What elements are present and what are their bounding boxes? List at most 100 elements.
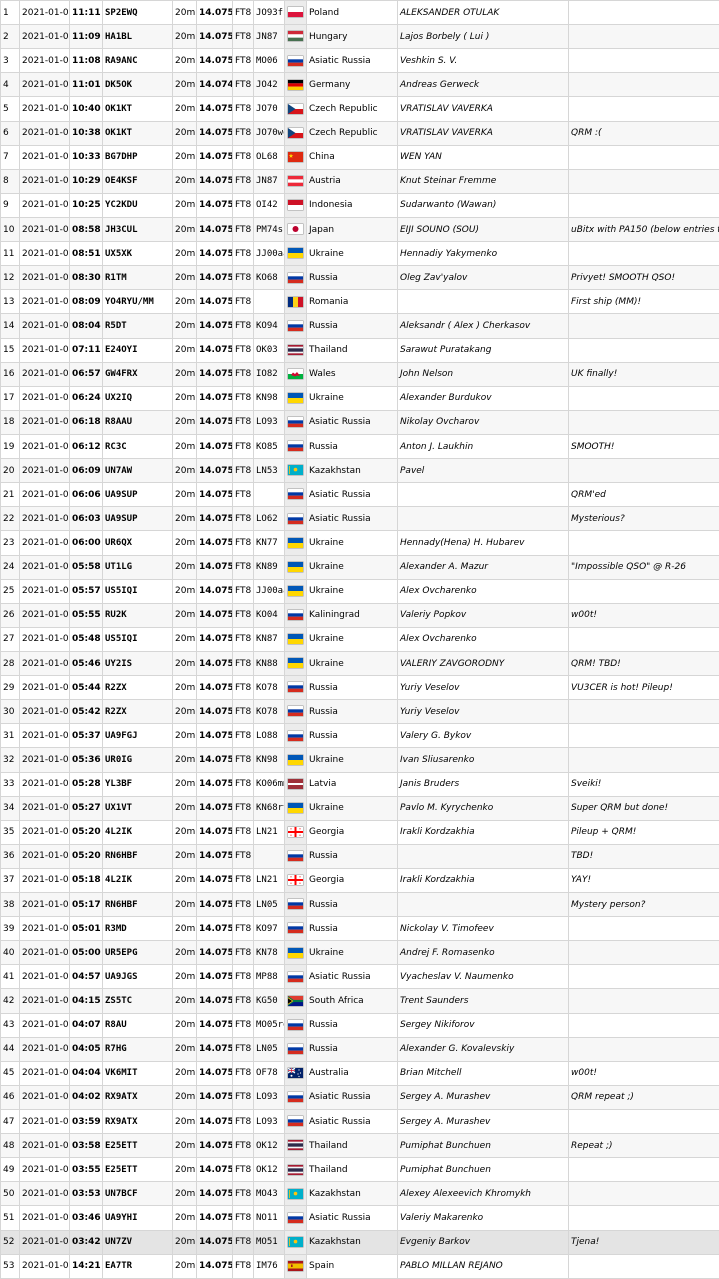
callsign-cell[interactable]: OK1KT <box>103 121 173 145</box>
callsign-cell[interactable]: R2ZX <box>103 676 173 700</box>
mode-cell: FT8 <box>233 893 254 917</box>
grid-locator-cell: OL68 <box>254 145 285 169</box>
mode-cell: FT8 <box>233 1037 254 1061</box>
qso-time-cell: 10:38 <box>70 121 103 145</box>
frequency-cell: 14.075 <box>197 169 233 193</box>
comment-cell <box>569 989 719 1013</box>
callsign-cell[interactable]: UA9SUP <box>103 483 173 507</box>
country-cell: Kazakhstan <box>307 1182 398 1206</box>
callsign-cell[interactable]: UA9YHI <box>103 1206 173 1230</box>
callsign-cell[interactable]: EA7TR <box>103 1254 173 1278</box>
callsign-cell[interactable]: UR0IG <box>103 748 173 772</box>
callsign-cell[interactable]: BG7DHP <box>103 145 173 169</box>
callsign-cell[interactable]: RA9ANC <box>103 49 173 73</box>
callsign-cell[interactable]: R8AAU <box>103 410 173 434</box>
germany-flag-icon <box>288 80 303 90</box>
callsign-cell[interactable]: RN6HBF <box>103 893 173 917</box>
romania-flag-icon <box>288 297 303 307</box>
callsign-cell[interactable]: OK1KT <box>103 97 173 121</box>
comment-cell <box>569 1037 719 1061</box>
comment-cell <box>569 627 719 651</box>
callsign-cell[interactable]: JH3CUL <box>103 217 173 241</box>
table-row: 242021-01-0405:58UT1LG20m14.075FT8KN89Uk… <box>1 555 719 579</box>
comment-cell <box>569 145 719 169</box>
callsign-cell[interactable]: YO4RYU/MM <box>103 290 173 314</box>
comment-cell <box>569 700 719 724</box>
country-flag-cell <box>285 1013 307 1037</box>
callsign-cell[interactable]: RU2K <box>103 603 173 627</box>
callsign-cell[interactable]: R3MD <box>103 917 173 941</box>
operator-name-cell <box>398 893 569 917</box>
callsign-cell[interactable]: UY2IS <box>103 651 173 675</box>
callsign-cell[interactable]: SP2EWQ <box>103 1 173 25</box>
qso-time-cell: 11:01 <box>70 73 103 97</box>
callsign-cell[interactable]: 4L2IK <box>103 820 173 844</box>
callsign-cell[interactable]: RN6HBF <box>103 844 173 868</box>
callsign-cell[interactable]: VK6MIT <box>103 1061 173 1085</box>
qso-date-cell: 2021-01-04 <box>20 290 70 314</box>
operator-name-cell: ALEKSANDER OTULAK <box>398 1 569 25</box>
band-cell: 20m <box>173 266 197 290</box>
callsign-cell[interactable]: R7HG <box>103 1037 173 1061</box>
frequency-cell: 14.075 <box>197 917 233 941</box>
callsign-cell[interactable]: E24OYI <box>103 338 173 362</box>
callsign-cell[interactable]: RX9ATX <box>103 1085 173 1109</box>
callsign-cell[interactable]: UX2IQ <box>103 386 173 410</box>
callsign-cell[interactable]: US5IQI <box>103 627 173 651</box>
callsign-cell[interactable]: YC2KDU <box>103 193 173 217</box>
callsign-cell[interactable]: OE4KSF <box>103 169 173 193</box>
grid-locator-cell: KO78 <box>254 676 285 700</box>
table-row: 362021-01-0405:20RN6HBF20m14.075FT8Russi… <box>1 844 719 868</box>
table-row: 412021-01-0404:57UA9JGS20m14.075FT8MP88A… <box>1 965 719 989</box>
qso-date-cell: 2021-01-04 <box>20 772 70 796</box>
callsign-cell[interactable]: GW4FRX <box>103 362 173 386</box>
callsign-cell[interactable]: ZS5TC <box>103 989 173 1013</box>
callsign-cell[interactable]: UX1VT <box>103 796 173 820</box>
callsign-cell[interactable]: RC3C <box>103 434 173 458</box>
mode-cell: FT8 <box>233 579 254 603</box>
callsign-cell[interactable]: UR6QX <box>103 531 173 555</box>
callsign-cell[interactable]: R2ZX <box>103 700 173 724</box>
frequency-cell: 14.075 <box>197 217 233 241</box>
callsign-cell[interactable]: UX5XK <box>103 242 173 266</box>
country-flag-cell <box>285 965 307 989</box>
country-flag-cell <box>285 49 307 73</box>
callsign-cell[interactable]: US5IQI <box>103 579 173 603</box>
frequency-cell: 14.074 <box>197 73 233 97</box>
callsign-cell[interactable]: R1TM <box>103 266 173 290</box>
row-number-cell: 19 <box>1 434 20 458</box>
callsign-cell[interactable]: RX9ATX <box>103 1110 173 1134</box>
country-flag-cell <box>285 73 307 97</box>
grid-locator-cell: LN05 <box>254 893 285 917</box>
callsign-cell[interactable]: UN7BCF <box>103 1182 173 1206</box>
callsign-cell[interactable]: UN7AW <box>103 459 173 483</box>
callsign-cell[interactable]: UR5EPG <box>103 941 173 965</box>
callsign-cell[interactable]: HA1BL <box>103 25 173 49</box>
qso-date-cell: 2021-01-04 <box>20 338 70 362</box>
qso-time-cell: 04:15 <box>70 989 103 1013</box>
callsign-cell[interactable]: R8AU <box>103 1013 173 1037</box>
grid-locator-cell: JN87 <box>254 25 285 49</box>
callsign-cell[interactable]: R5DT <box>103 314 173 338</box>
comment-cell: uBitx with PA150 (below entries too) <box>569 217 719 241</box>
callsign-cell[interactable]: 4L2IK <box>103 868 173 892</box>
band-cell: 20m <box>173 603 197 627</box>
band-cell: 20m <box>173 724 197 748</box>
callsign-cell[interactable]: UA9FGJ <box>103 724 173 748</box>
operator-name-cell: Nickolay V. Timofeev <box>398 917 569 941</box>
callsign-cell[interactable]: UA9SUP <box>103 507 173 531</box>
band-cell: 20m <box>173 796 197 820</box>
indonesia-flag-icon <box>288 200 303 210</box>
callsign-cell[interactable]: E25ETT <box>103 1158 173 1182</box>
band-cell: 20m <box>173 121 197 145</box>
callsign-cell[interactable]: YL3BF <box>103 772 173 796</box>
callsign-cell[interactable]: UA9JGS <box>103 965 173 989</box>
qso-date-cell: 2021-01-04 <box>20 169 70 193</box>
qso-time-cell: 05:28 <box>70 772 103 796</box>
operator-name-cell <box>398 507 569 531</box>
callsign-cell[interactable]: DK5OK <box>103 73 173 97</box>
callsign-cell[interactable]: UT1LG <box>103 555 173 579</box>
callsign-cell[interactable]: E25ETT <box>103 1134 173 1158</box>
callsign-cell[interactable]: UN7ZV <box>103 1230 173 1254</box>
country-cell: Russia <box>307 266 398 290</box>
